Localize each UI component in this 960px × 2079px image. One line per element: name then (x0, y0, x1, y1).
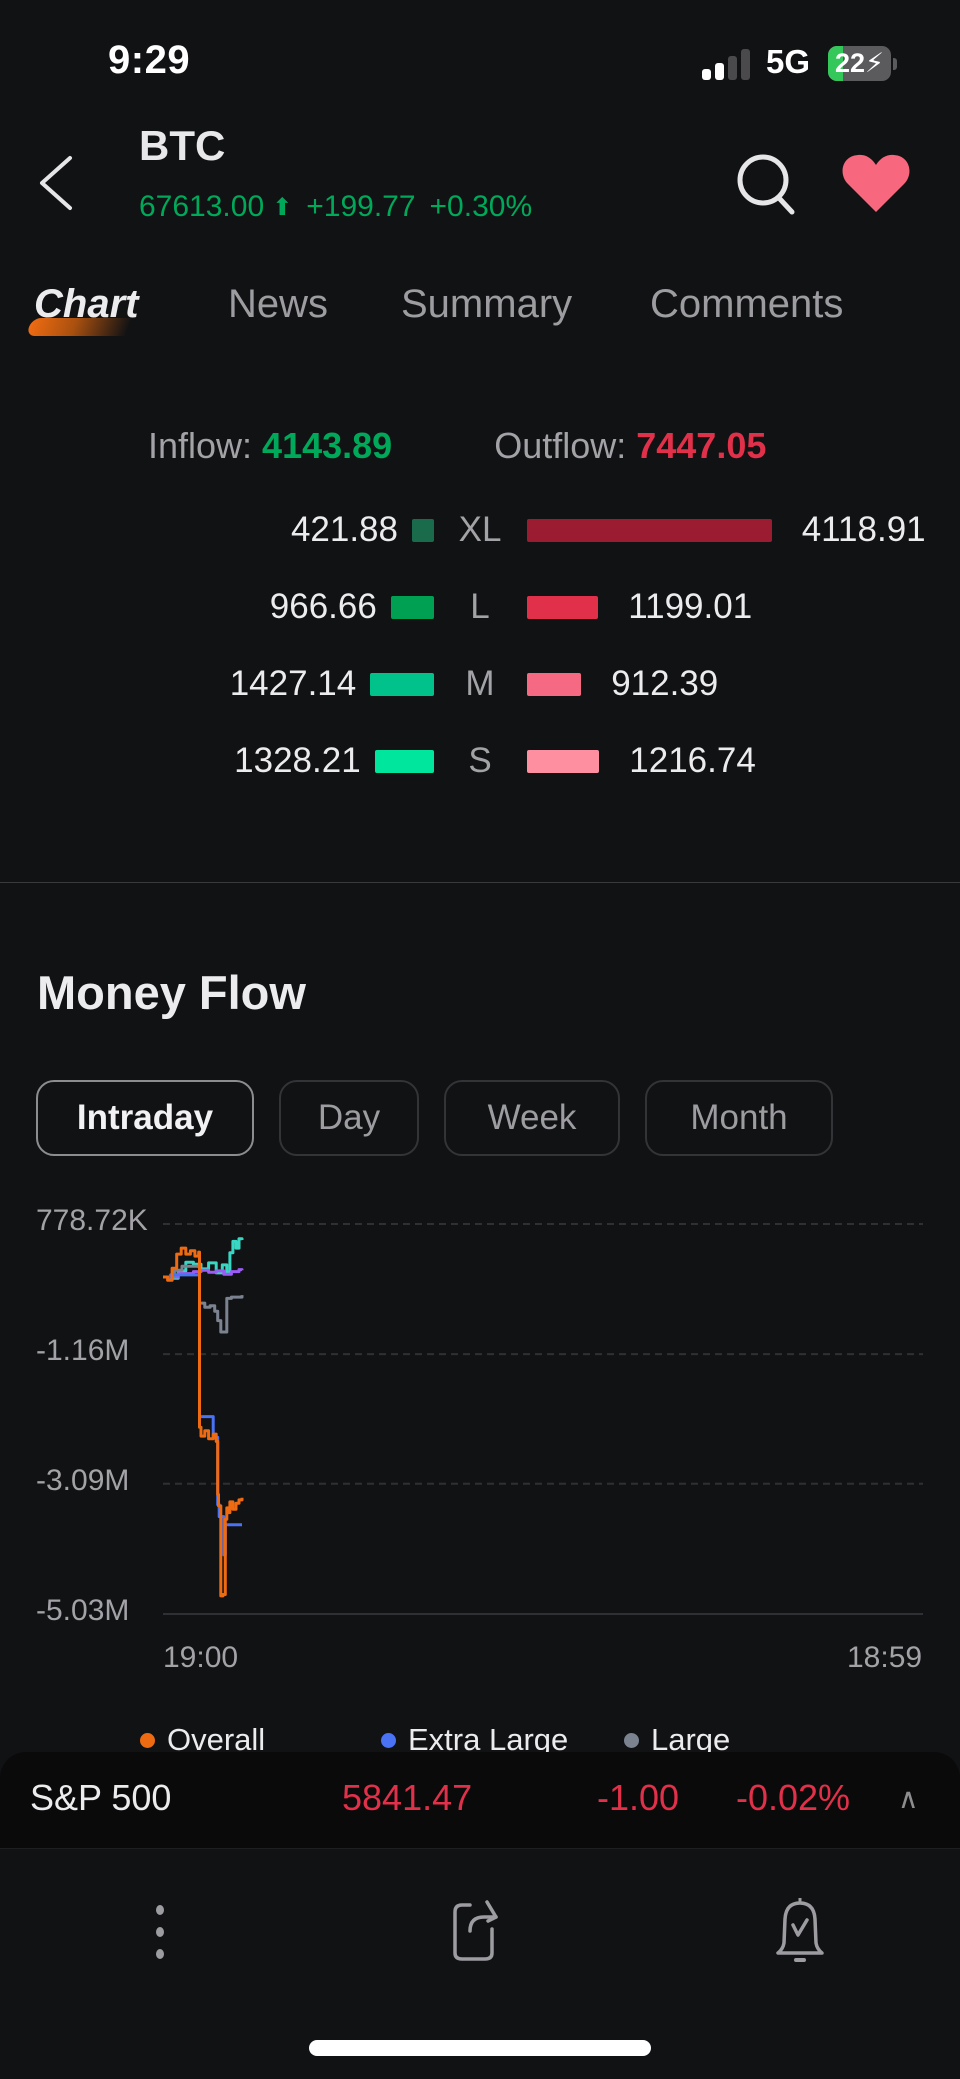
arrow-up-icon: ⬆︎ (272, 193, 293, 221)
period-week[interactable]: Week (444, 1080, 620, 1156)
price-change: +199.77 (306, 190, 416, 223)
inflow-bar (370, 673, 434, 696)
back-button[interactable] (34, 150, 84, 216)
series-line-medium (163, 1268, 244, 1279)
inflow-amount: 1328.21 (234, 741, 361, 780)
y-tick-label: -3.09M (36, 1463, 130, 1497)
size-label: S (468, 741, 492, 780)
y-tick-label: 778.72K (36, 1204, 148, 1237)
inflow-value: 4143.89 (262, 425, 393, 466)
flow-size-row: 966.66 L 1199.01 (0, 583, 960, 631)
quote-line: 67613.00 ⬆︎ +199.77 +0.30% (139, 190, 532, 224)
period-month[interactable]: Month (645, 1080, 833, 1156)
last-price: 67613.00 (139, 190, 265, 223)
battery-percent: 22 (834, 48, 866, 78)
cellular-signal-icon (702, 48, 752, 80)
outflow-amount: 4118.91 (801, 510, 926, 549)
size-label: L (470, 587, 490, 626)
bell-check-icon (776, 1898, 824, 1962)
inflow-label: Inflow: (148, 425, 253, 466)
inflow-amount: 966.66 (269, 587, 377, 626)
battery-cap (893, 58, 897, 70)
series-line-extra-large (163, 1273, 242, 1557)
inflow-amount: 421.88 (290, 510, 398, 549)
status-bar: 9:29 5G 22⚡︎ (0, 0, 960, 120)
y-tick-label: -1.16M (36, 1334, 130, 1368)
index-change: -1.00 (597, 1777, 680, 1818)
legend-dot (140, 1732, 155, 1748)
battery-icon: 22⚡︎ (828, 46, 891, 81)
flow-size-row: 1427.14 M 912.39 (0, 660, 960, 708)
outflow-bar (527, 519, 772, 542)
outflow-amount: 912.39 (611, 664, 719, 703)
series-line-overall (163, 1246, 244, 1598)
home-indicator[interactable] (309, 2040, 651, 2056)
inflow-amount: 1427.14 (229, 664, 357, 703)
network-type: 5G (766, 43, 811, 80)
ticker-symbol: BTC (139, 122, 226, 169)
money-flow-title: Money Flow (37, 966, 306, 1019)
legend-dot (624, 1732, 639, 1748)
size-label: XL (458, 510, 502, 549)
series-line-large (163, 1264, 244, 1334)
index-name: S&P 500 (30, 1777, 172, 1818)
section-divider (0, 882, 960, 883)
outflow-amount: 1199.01 (628, 587, 753, 626)
inflow-bar (412, 519, 434, 542)
price-change-percent: +0.30% (429, 190, 533, 223)
period-day[interactable]: Day (279, 1080, 419, 1156)
outflow-bar (527, 596, 599, 619)
flow-size-row: 1328.21 S 1216.74 (0, 737, 960, 785)
chevron-up-icon[interactable]: ∧ (898, 1782, 919, 1815)
legend-dot (381, 1732, 396, 1748)
share-button[interactable] (440, 1897, 520, 1967)
index-ticker-bar[interactable]: S&P 500 5841.47 -1.00 -0.02% ∧ (0, 1752, 960, 1848)
favorite-button[interactable] (840, 152, 912, 216)
tab-comments[interactable]: Comments (650, 282, 843, 327)
period-selector: Intraday Day Week Month (0, 1080, 960, 1156)
outflow-value: 7447.05 (636, 425, 767, 466)
tab-summary[interactable]: Summary (401, 282, 572, 327)
y-tick-label: -5.03M (36, 1594, 130, 1627)
index-change-percent: -0.02% (736, 1777, 851, 1818)
flow-summary: Inflow: 4143.89 Outflow: 7447.05 (148, 425, 766, 467)
search-icon (737, 154, 795, 215)
size-label: M (465, 664, 495, 703)
series-line-small (163, 1237, 244, 1280)
chevron-left-icon (40, 156, 72, 210)
outflow-bar (527, 673, 582, 696)
inflow-bar (390, 596, 434, 619)
charging-bolt-icon: ⚡︎ (865, 48, 884, 78)
flow-size-row: 421.88 XL 4118.91 (0, 506, 960, 554)
tab-news[interactable]: News (228, 282, 328, 327)
inflow-bar (374, 750, 434, 773)
more-vertical-icon (156, 1905, 164, 1959)
more-button[interactable] (120, 1897, 200, 1967)
share-icon (453, 1900, 498, 1961)
outflow-bar (527, 750, 600, 773)
search-button[interactable] (735, 150, 797, 216)
index-price: 5841.47 (342, 1777, 473, 1818)
outflow-amount: 1216.74 (629, 741, 756, 780)
status-time: 9:29 (108, 38, 191, 82)
price-alert-button[interactable] (760, 1897, 840, 1967)
tab-chart[interactable]: Chart (34, 282, 138, 327)
tab-bar: Chart News Summary Comments (0, 282, 960, 342)
period-intraday[interactable]: Intraday (36, 1080, 254, 1156)
outflow-label: Outflow: (494, 425, 627, 466)
x-tick-end: 18:59 (847, 1641, 923, 1674)
heart-icon (842, 154, 910, 212)
x-tick-start: 19:00 (163, 1641, 239, 1674)
